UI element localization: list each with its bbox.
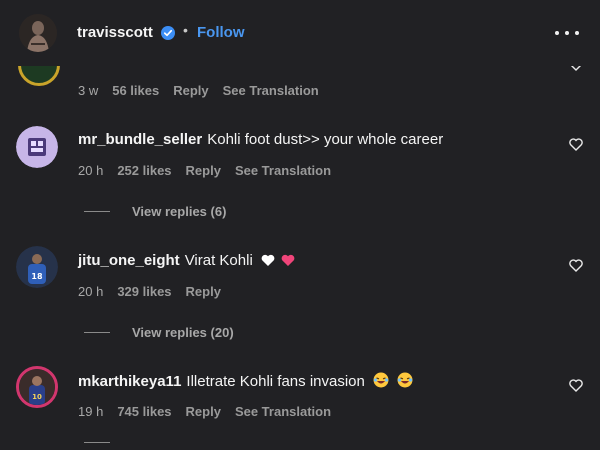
comment-likes[interactable]: 329 likes [117,284,171,299]
comment-text: Kohli foot dust>> your whole career [207,131,444,148]
comment-text: Virat Kohli [184,252,253,269]
view-replies-button[interactable]: View replies (20) [84,325,234,340]
comment-body: mr_bundle_seller Kohli foot dust>> your w… [78,131,443,148]
comment-time: 20 h [78,284,104,299]
svg-text:10: 10 [32,393,42,401]
more-options-icon[interactable] [555,31,579,37]
commenter-avatar[interactable]: 18 [16,246,58,288]
comment-meta: 20 h 252 likes Reply See Translation [78,163,331,178]
view-replies-button[interactable]: View replies (6) [84,204,226,219]
commenter-username[interactable]: mkarthikeya11 [78,373,181,390]
like-heart-icon[interactable] [569,379,583,392]
replies-divider-line [84,211,110,212]
comment-time: 3 w [78,83,99,98]
commenter-username[interactable]: mr_bundle_seller [78,131,202,148]
comment-meta: 19 h 745 likes Reply See Translation [78,404,331,419]
view-replies-label[interactable]: View replies (20) [132,325,234,340]
like-heart-icon[interactable] [569,138,583,151]
comment-likes[interactable]: 745 likes [117,404,171,419]
view-replies-label[interactable]: View replies (6) [132,204,226,219]
like-heart-icon[interactable] [569,259,583,272]
follow-button[interactable]: Follow [197,24,245,41]
svg-text:18: 18 [31,272,43,281]
pink-heart-icon [281,254,295,266]
post-author-username[interactable]: travisscott [77,24,153,41]
reply-button[interactable]: Reply [173,83,208,98]
see-translation-button[interactable]: See Translation [235,163,331,178]
comment-likes[interactable]: 252 likes [117,163,171,178]
reply-button[interactable]: Reply [186,163,221,178]
commenter-username[interactable]: jitu_one_eight [78,252,180,269]
comment-body: mkarthikeya11 Illetrate Kohli fans invasi… [78,372,413,390]
laughing-face-icon [397,372,413,388]
comment-likes[interactable]: 56 likes [112,83,159,98]
verified-badge-icon [161,26,175,40]
white-heart-icon [261,254,275,266]
comment-time: 19 h [78,404,104,419]
avatar[interactable] [19,14,57,52]
commenter-avatar[interactable] [16,126,58,168]
replies-divider-line [84,332,110,333]
separator-dot: • [183,22,188,38]
reply-button[interactable]: Reply [186,404,221,419]
comment-time: 20 h [78,163,104,178]
comment-meta: 3 w 56 likes Reply See Translation [78,83,319,98]
view-replies-button[interactable] [84,442,132,443]
see-translation-button[interactable]: See Translation [235,404,331,419]
comment-body: jitu_one_eight Virat Kohli [78,252,295,269]
reply-button[interactable]: Reply [186,284,221,299]
laughing-face-icon [373,372,389,388]
replies-divider-line [84,442,110,443]
commenter-avatar[interactable]: 10 [16,366,58,408]
see-translation-button[interactable]: See Translation [223,83,319,98]
comment-text: Illetrate Kohli fans invasion [186,373,365,390]
comment-meta: 20 h 329 likes Reply [78,284,221,299]
post-header: travisscott • Follow [0,0,600,66]
